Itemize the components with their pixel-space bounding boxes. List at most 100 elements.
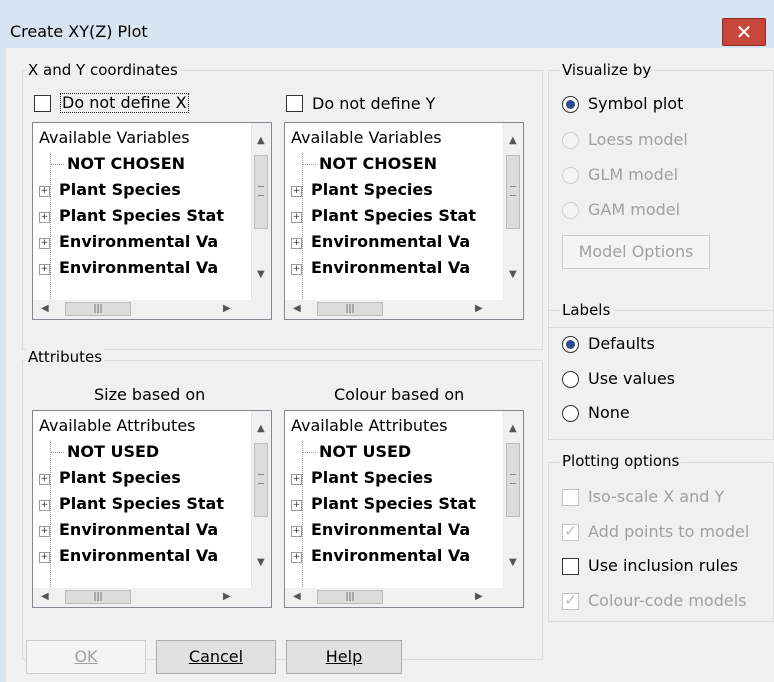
scroll-left-icon[interactable]: ◀ [41,591,49,602]
add-points-checkbox[interactable]: ✓ [562,522,579,541]
scroll-thumb[interactable]: ||| [65,302,131,316]
horizontal-scrollbar[interactable]: ◀ ||| ▶ [33,588,271,607]
tree-item[interactable]: NOT USED [67,439,159,465]
expand-icon[interactable]: + [39,212,50,223]
colour-code-label[interactable]: Colour-code models [588,591,747,610]
expand-icon[interactable]: + [39,526,50,537]
use-values-radio[interactable] [562,371,579,388]
scroll-left-icon[interactable]: ◀ [293,303,301,314]
gam-model-radio[interactable] [562,202,579,219]
tree-item[interactable]: Environmental Va [311,517,470,543]
expand-icon[interactable]: + [291,500,302,511]
cancel-button[interactable]: Cancel [156,640,276,674]
scroll-right-icon[interactable]: ▶ [223,591,231,602]
tree-header[interactable]: Available Variables [39,125,190,151]
expand-icon[interactable]: + [291,186,302,197]
scroll-down-icon[interactable]: ▼ [509,269,517,280]
scroll-thumb[interactable] [254,443,268,517]
vertical-scrollbar[interactable]: ▲ ▼ [503,123,523,301]
tree-item[interactable]: NOT CHOSEN [319,151,437,177]
tree-header[interactable]: Available Attributes [291,413,448,439]
tree-header[interactable]: Available Attributes [39,413,196,439]
add-points-label[interactable]: Add points to model [588,522,749,541]
tree-item[interactable]: NOT USED [319,439,411,465]
no-x-label[interactable]: Do not define X [60,93,189,113]
inclusion-rules-label[interactable]: Use inclusion rules [588,556,738,575]
tree-item[interactable]: Environmental Va [311,229,470,255]
tree-item[interactable]: Plant Species Stat [59,203,224,229]
scroll-thumb[interactable] [506,155,520,229]
defaults-label[interactable]: Defaults [588,334,655,353]
tree-item[interactable]: Plant Species Stat [311,491,476,517]
tree-item[interactable]: Plant Species [59,465,181,491]
expand-icon[interactable]: + [39,186,50,197]
tree-item[interactable]: Environmental Va [311,255,470,281]
expand-icon[interactable]: + [39,500,50,511]
no-y-checkbox[interactable] [286,95,303,112]
none-label[interactable]: None [588,403,630,422]
scroll-right-icon[interactable]: ▶ [475,303,483,314]
model-options-button[interactable]: Model Options [562,235,710,269]
scroll-thumb[interactable]: ||| [317,590,383,604]
y-variables-tree[interactable]: Available Variables NOT CHOSEN + Plant S… [284,122,524,320]
expand-icon[interactable]: + [39,238,50,249]
title-bar[interactable]: Create XY(Z) Plot ✕ [0,0,774,55]
symbol-plot-radio[interactable] [562,96,579,113]
tree-item[interactable]: NOT CHOSEN [67,151,185,177]
scroll-thumb[interactable]: ||| [65,590,131,604]
scroll-up-icon[interactable]: ▲ [257,135,265,146]
expand-icon[interactable]: + [291,526,302,537]
expand-icon[interactable]: + [39,264,50,275]
horizontal-scrollbar[interactable]: ◀ ||| ▶ [285,588,523,607]
none-radio[interactable] [562,405,579,422]
expand-icon[interactable]: + [291,474,302,485]
scroll-up-icon[interactable]: ▲ [509,423,517,434]
expand-icon[interactable]: + [39,552,50,563]
size-attributes-tree[interactable]: Available Attributes NOT USED + Plant Sp… [32,410,272,608]
tree-item[interactable]: Environmental Va [59,517,218,543]
vertical-scrollbar[interactable]: ▲ ▼ [251,123,271,301]
no-x-checkbox[interactable] [34,95,51,112]
tree-item[interactable]: Environmental Va [59,255,218,281]
tree-item[interactable]: Environmental Va [59,543,218,569]
expand-icon[interactable]: + [291,238,302,249]
no-y-label[interactable]: Do not define Y [312,94,435,113]
close-button[interactable]: ✕ [722,18,766,46]
scroll-right-icon[interactable]: ▶ [223,303,231,314]
tree-item[interactable]: Environmental Va [311,543,470,569]
horizontal-scrollbar[interactable]: ◀ ||| ▶ [33,300,271,319]
expand-icon[interactable]: + [291,212,302,223]
colour-code-checkbox[interactable]: ✓ [562,591,579,610]
scroll-thumb[interactable] [254,155,268,229]
gam-model-label[interactable]: GAM model [588,200,680,219]
tree-item[interactable]: Plant Species [311,177,433,203]
scroll-right-icon[interactable]: ▶ [475,591,483,602]
iso-scale-checkbox[interactable] [562,489,579,506]
scroll-down-icon[interactable]: ▼ [257,557,265,568]
glm-model-radio[interactable] [562,167,579,184]
scroll-up-icon[interactable]: ▲ [509,135,517,146]
inclusion-rules-checkbox[interactable] [562,558,579,575]
tree-header[interactable]: Available Variables [291,125,442,151]
tree-item[interactable]: Plant Species [311,465,433,491]
scroll-thumb[interactable]: ||| [317,302,383,316]
glm-model-label[interactable]: GLM model [588,165,678,184]
vertical-scrollbar[interactable]: ▲ ▼ [251,411,271,589]
expand-icon[interactable]: + [291,264,302,275]
tree-item[interactable]: Plant Species Stat [59,491,224,517]
colour-attributes-tree[interactable]: Available Attributes NOT USED + Plant Sp… [284,410,524,608]
tree-item[interactable]: Environmental Va [59,229,218,255]
horizontal-scrollbar[interactable]: ◀ ||| ▶ [285,300,523,319]
scroll-down-icon[interactable]: ▼ [509,557,517,568]
loess-model-radio[interactable] [562,132,579,149]
loess-model-label[interactable]: Loess model [588,130,688,149]
scroll-up-icon[interactable]: ▲ [257,423,265,434]
x-variables-tree[interactable]: Available Variables NOT CHOSEN + Plant S… [32,122,272,320]
ok-button[interactable]: OK [26,640,146,674]
iso-scale-label[interactable]: Iso-scale X and Y [588,487,724,506]
use-values-label[interactable]: Use values [588,369,675,388]
tree-item[interactable]: Plant Species Stat [311,203,476,229]
scroll-left-icon[interactable]: ◀ [41,303,49,314]
tree-item[interactable]: Plant Species [59,177,181,203]
help-button[interactable]: Help [286,640,402,674]
